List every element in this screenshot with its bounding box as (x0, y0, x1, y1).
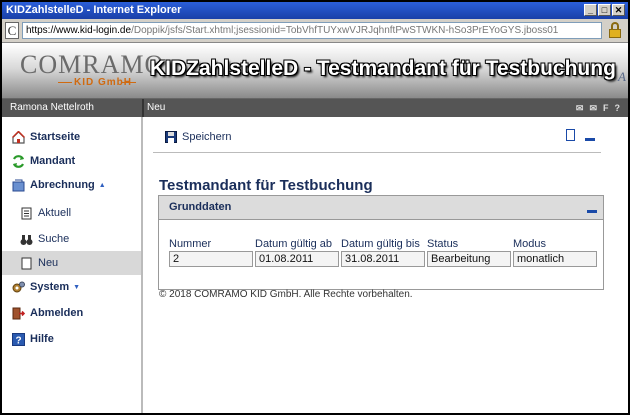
sidebar-item-suche[interactable]: Suche (2, 227, 141, 251)
lock-icon[interactable] (608, 22, 622, 39)
sidebar-item-abrechnung[interactable]: Abrechnung ▲ (2, 173, 141, 197)
url-domain: https://www.kid-login.de (26, 25, 132, 36)
collapse-caret-icon: ▼ (73, 283, 81, 291)
close-window-button[interactable]: ✕ (612, 4, 625, 16)
sidebar-item-label: Aktuell (38, 207, 72, 219)
sidebar-item-label: System (30, 281, 70, 293)
sidebar-item-mandant[interactable]: Mandant (2, 149, 141, 173)
field-modus: Modus monatlich (513, 238, 597, 267)
abrechnung-icon (12, 179, 25, 192)
field-value[interactable]: 01.08.2011 (255, 251, 339, 267)
f-icon[interactable]: F (603, 99, 609, 117)
field-label: Status (427, 238, 459, 250)
toolbar-right (566, 129, 595, 141)
floppy-disk-icon (165, 131, 177, 143)
sidebar-item-aktuell[interactable]: Aktuell (2, 201, 141, 225)
user-name: Ramona Nettelroth (10, 102, 94, 113)
field-datum-gueltig-ab: Datum gültig ab 01.08.2011 (255, 238, 339, 267)
system-icon (12, 281, 25, 294)
new-document-icon (20, 257, 33, 270)
breadcrumb: Neu (147, 102, 166, 113)
address-bar: C https://www.kid-login.de/Doppik/jsfs/S… (2, 19, 628, 43)
sidebar-item-label: Neu (38, 257, 59, 269)
window-controls: _ □ ✕ (584, 4, 625, 16)
new-window-icon[interactable] (566, 129, 575, 141)
field-label: Nummer (169, 238, 212, 250)
main-content: Speichern Testmandant für Testbuchung Gr… (145, 117, 628, 413)
copyright-footer: © 2018 COMRAMO KID GmbH. Alle Rechte vor… (159, 289, 413, 300)
comramo-logo: COMRAMO KID GmbH (20, 50, 163, 94)
save-label: Speichern (182, 131, 232, 143)
document-icon (20, 207, 33, 220)
save-button[interactable]: Speichern (165, 131, 232, 143)
status-bar: Ramona Nettelroth Neu ✉ ✉ F ? (2, 99, 628, 117)
expand-caret-icon: ▲ (98, 181, 106, 189)
page-title: Testmandant für Testbuchung (159, 177, 373, 194)
mail-icon[interactable]: ✉ (576, 99, 584, 117)
field-value[interactable]: 31.08.2011 (341, 251, 425, 267)
field-status: Status Bearbeitung (427, 238, 511, 267)
sidebar-item-label: Hilfe (30, 333, 54, 345)
browser-title: KIDZahlstelleD - Internet Explorer (6, 4, 182, 16)
field-value[interactable]: Bearbeitung (427, 251, 511, 267)
logout-icon (12, 307, 26, 320)
help-icon: ? (12, 332, 25, 346)
grunddaten-panel: Grunddaten Nummer 2 Datum gültig ab 01.0… (158, 195, 604, 290)
maximize-window-button[interactable]: □ (598, 4, 611, 16)
url-field[interactable]: https://www.kid-login.de/Doppik/jsfs/Sta… (22, 22, 602, 39)
sidebar-item-label: Abmelden (30, 307, 84, 319)
logo-word: COMRAMO (20, 50, 165, 79)
partial-side-letter: A (618, 69, 626, 84)
minimize-window-button[interactable]: _ (584, 4, 597, 16)
field-value[interactable]: 2 (169, 251, 253, 267)
sidebar-item-abmelden[interactable]: Abmelden (2, 301, 141, 325)
header-tools: ✉ ✉ F ? (576, 99, 620, 117)
app-title: KIDZahlstelleD - Testmandant für Testbuc… (150, 57, 616, 80)
toolbar: Speichern (153, 125, 601, 153)
sidebar: Startseite Mandant Abrechnung ▲ Aktuell (2, 117, 143, 413)
sidebar-item-startseite[interactable]: Startseite (2, 125, 141, 149)
sidebar-item-label: Mandant (30, 155, 76, 167)
field-datum-gueltig-bis: Datum gültig bis 31.08.2011 (341, 238, 425, 267)
field-value[interactable]: monatlich (513, 251, 597, 267)
field-label: Datum gültig bis (341, 238, 420, 250)
message-icon[interactable]: ✉ (589, 99, 597, 117)
home-icon (11, 129, 26, 144)
sidebar-item-label: Abrechnung (30, 179, 95, 191)
sidebar-item-system[interactable]: System ▼ (2, 275, 141, 299)
sidebar-item-label: Startseite (30, 131, 81, 143)
browser-window: KIDZahlstelleD - Internet Explorer _ □ ✕… (0, 0, 630, 415)
browser-title-bar: KIDZahlstelleD - Internet Explorer _ □ ✕ (2, 2, 628, 19)
sidebar-item-hilfe[interactable]: ? Hilfe (2, 327, 141, 351)
binoculars-icon (20, 233, 33, 246)
svg-text:?: ? (15, 335, 21, 346)
app-header: COMRAMO KID GmbH KIDZahlstelleD - Testma… (2, 44, 628, 99)
minimize-icon[interactable] (585, 137, 595, 141)
panel-title: Grunddaten (169, 201, 232, 213)
url-path: /Doppik/jsfs/Start.xhtml;jsessionid=TobV… (131, 25, 559, 36)
panel-header: Grunddaten (159, 196, 603, 220)
panel-collapse-icon[interactable] (587, 210, 597, 213)
sidebar-item-neu[interactable]: Neu (2, 251, 141, 275)
page-icon: C (5, 22, 19, 39)
sidebar-item-label: Suche (38, 233, 70, 245)
field-label: Datum gültig ab (255, 238, 333, 250)
field-label: Modus (513, 238, 547, 250)
help-tool-icon[interactable]: ? (615, 99, 621, 117)
mandant-icon (12, 154, 25, 168)
field-nummer: Nummer 2 (169, 238, 253, 267)
